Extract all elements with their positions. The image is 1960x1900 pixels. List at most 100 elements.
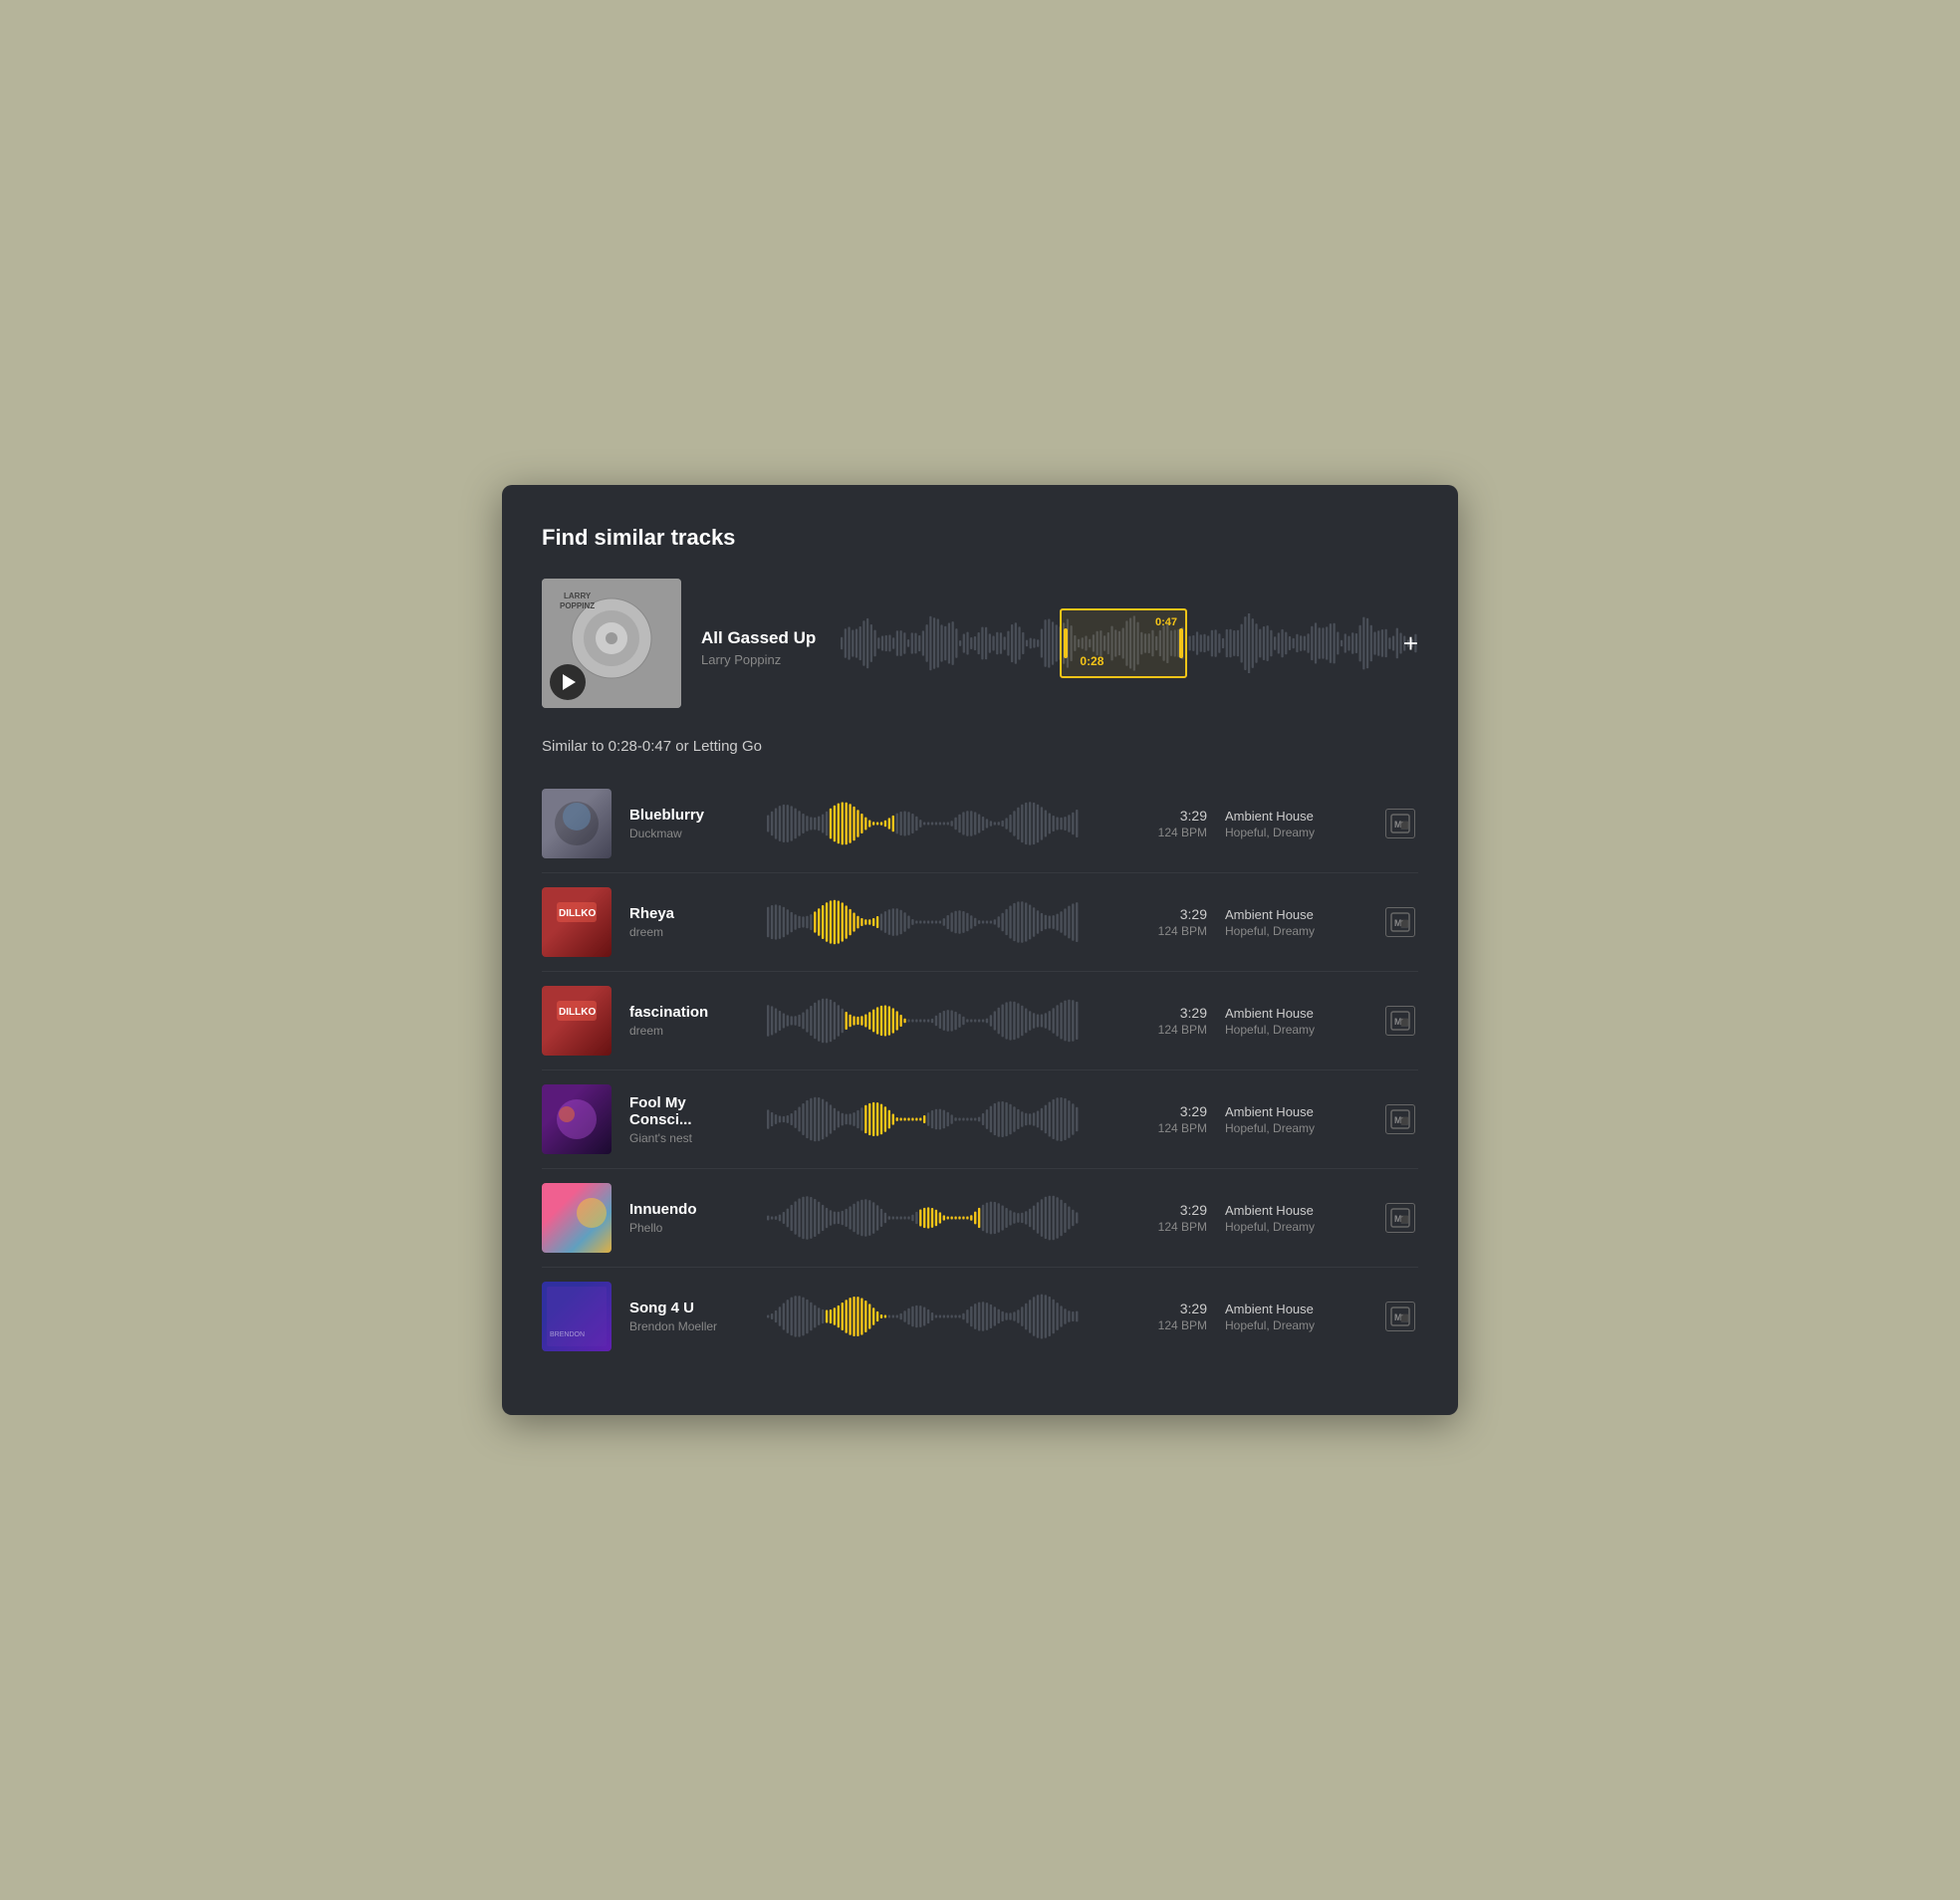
track-mood: Hopeful, Dreamy [1225, 924, 1364, 938]
musicai-icon: M⬛ [1385, 809, 1415, 838]
play-icon [563, 674, 576, 690]
track-genre: Ambient House [1225, 907, 1364, 922]
svg-text:⬛: ⬛ [1400, 821, 1409, 830]
track-artist: Phello [629, 1221, 749, 1235]
track-thumbnail [542, 1183, 612, 1253]
track-name: Innuendo [629, 1201, 749, 1218]
selection-start-time: 0:28 [1080, 654, 1103, 668]
source-track-title: All Gassed Up [701, 628, 821, 648]
track-name-col: Rheyadreem [629, 905, 749, 939]
track-mood: Hopeful, Dreamy [1225, 1318, 1364, 1332]
mini-waveform-svg [767, 897, 1080, 947]
track-duration: 3:29 [1098, 1005, 1207, 1021]
track-row[interactable]: DILLKO Rheyadreem 3:29 124 BPM Ambient House… [542, 873, 1418, 972]
svg-text:DILLKO: DILLKO [559, 1007, 596, 1018]
track-row[interactable]: BlueblurryDuckmaw3:29124 BPMAmbient Hous… [542, 775, 1418, 873]
track-action-button[interactable]: M⬛ [1382, 1104, 1418, 1134]
play-button[interactable] [550, 664, 586, 700]
track-meta: 3:29 124 BPM [1098, 1005, 1207, 1037]
add-button[interactable]: + [1403, 630, 1418, 656]
selection-handle-left[interactable] [1064, 628, 1068, 658]
waveform-selection[interactable]: 0:47 0:28 [1060, 608, 1187, 678]
track-name: Rheya [629, 905, 749, 922]
track-name: Song 4 U [629, 1300, 749, 1316]
track-duration: 3:29 [1098, 1301, 1207, 1316]
musicai-icon: M⬛ [1385, 907, 1415, 937]
track-name-col: Fool My Consci... Giant's nest [629, 1094, 749, 1145]
track-artist: Giant's nest [629, 1131, 749, 1145]
mini-waveform [767, 996, 1080, 1046]
track-thumbnail: DILLKO [542, 986, 612, 1056]
svg-text:DILLKO: DILLKO [559, 908, 596, 919]
musicai-icon: M⬛ [1385, 1203, 1415, 1233]
track-thumbnail: BRENDON [542, 1282, 612, 1351]
album-art: LARRY POPPINZ [542, 579, 681, 708]
track-name-col: Song 4 U Brendon Moeller [629, 1300, 749, 1333]
track-name-col: Innuendo Phello [629, 1201, 749, 1235]
track-thumbnail [542, 1084, 612, 1154]
svg-text:BRENDON: BRENDON [550, 1331, 585, 1338]
track-genre: Ambient House [1225, 1203, 1364, 1218]
source-track-info: All Gassed Up Larry Poppinz [701, 620, 821, 667]
track-mood: Hopeful, Dreamy [1225, 1220, 1364, 1234]
track-genre-col: Ambient House Hopeful, Dreamy [1225, 907, 1364, 938]
track-meta: 3:29 124 BPM [1098, 906, 1207, 938]
track-duration: 3:29 [1098, 906, 1207, 922]
track-bpm: 124 BPM [1098, 1220, 1207, 1234]
track-meta: 3:29 124 BPM [1098, 1202, 1207, 1234]
mini-waveform [767, 1094, 1080, 1144]
source-waveform[interactable]: 0:47 0:28 [841, 603, 1418, 683]
track-row[interactable]: BRENDONSong 4 UBrendon Moeller3:29124 BP… [542, 1268, 1418, 1365]
mini-waveform-svg [767, 1193, 1080, 1243]
svg-text:⬛: ⬛ [1400, 1116, 1409, 1125]
musicai-icon: M⬛ [1385, 1006, 1415, 1036]
track-row[interactable]: Innuendo Phello 3:29 124 BPM Ambient House Ho… [542, 1169, 1418, 1268]
track-bpm: 124 BPM [1098, 1023, 1207, 1037]
track-name-col: fascination dreem [629, 1004, 749, 1038]
track-list: BlueblurryDuckmaw 3:29 124 BPM Ambient Hous… [542, 775, 1418, 1365]
track-action-button[interactable]: M⬛ [1382, 1006, 1418, 1036]
selection-handle-right[interactable] [1179, 628, 1183, 658]
mini-waveform [767, 897, 1080, 947]
source-track: LARRY POPPINZ All Gassed Up Larry Poppin… [542, 579, 1418, 708]
track-artist: Brendon Moeller [629, 1319, 749, 1333]
track-name: Fool My Consci... [629, 1094, 749, 1128]
track-duration: 3:29 [1098, 1202, 1207, 1218]
track-genre-col: Ambient HouseHopeful, Dreamy [1225, 1302, 1364, 1332]
svg-text:⬛: ⬛ [1400, 1215, 1409, 1224]
source-track-artist: Larry Poppinz [701, 652, 821, 667]
track-thumbnail: DILLKO [542, 887, 612, 957]
mini-waveform-svg [767, 799, 1080, 848]
track-thumbnail [542, 789, 612, 858]
musicai-icon: M⬛ [1385, 1302, 1415, 1331]
svg-text:POPPINZ: POPPINZ [560, 601, 595, 610]
track-name: Blueblurry [629, 807, 749, 824]
track-duration: 3:29 [1098, 808, 1207, 824]
track-bpm: 124 BPM [1098, 826, 1207, 839]
track-genre-col: Ambient House Hopeful, Dreamy [1225, 1104, 1364, 1135]
similar-label: Similar to 0:28-0:47 or Letting Go [542, 738, 1418, 755]
track-genre: Ambient House [1225, 1104, 1364, 1119]
track-name-col: BlueblurryDuckmaw [629, 807, 749, 840]
track-genre-col: Ambient House Hopeful, Dreamy [1225, 1203, 1364, 1234]
track-bpm: 124 BPM [1098, 924, 1207, 938]
mini-waveform [767, 799, 1080, 848]
track-row[interactable]: Fool My Consci... Giant's nest 3:29 124 BPM… [542, 1070, 1418, 1169]
track-bpm: 124 BPM [1098, 1121, 1207, 1135]
svg-text:⬛: ⬛ [1400, 919, 1409, 928]
track-artist: dreem [629, 1024, 749, 1038]
track-genre: Ambient House [1225, 1006, 1364, 1021]
track-action-button[interactable]: M⬛ [1382, 907, 1418, 937]
track-action-button[interactable]: M⬛ [1382, 809, 1418, 838]
track-action-button[interactable]: M⬛ [1382, 1302, 1418, 1331]
track-mood: Hopeful, Dreamy [1225, 1121, 1364, 1135]
track-row[interactable]: DILLKO fascination dreem 3:29 124 BPM Ambient… [542, 972, 1418, 1070]
track-name: fascination [629, 1004, 749, 1021]
track-meta: 3:29 124 BPM [1098, 808, 1207, 839]
track-genre-col: Ambient HouseHopeful, Dreamy [1225, 1006, 1364, 1037]
track-action-button[interactable]: M⬛ [1382, 1203, 1418, 1233]
panel-title: Find similar tracks [542, 525, 1418, 551]
track-duration: 3:29 [1098, 1103, 1207, 1119]
main-panel: Find similar tracks LARRY POPPINZ [502, 485, 1458, 1415]
mini-waveform [767, 1193, 1080, 1243]
